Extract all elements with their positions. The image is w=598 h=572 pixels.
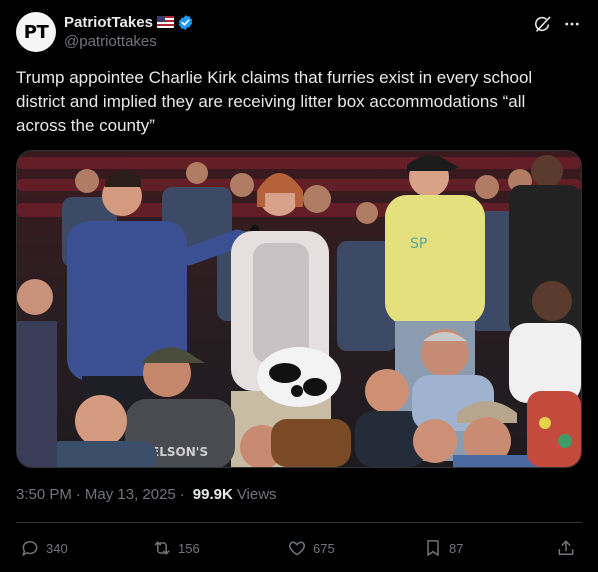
display-name[interactable]: PatriotTakes — [64, 14, 153, 31]
video-frame: SP NELSON'S — [17, 151, 581, 467]
avatar-initials: PT — [23, 21, 49, 43]
tweet-card: PT PatriotTakes @patriottakes Trump appo… — [0, 0, 598, 572]
heart-icon — [289, 541, 305, 556]
like-count: 675 — [313, 540, 335, 556]
meta-separator: · — [179, 486, 185, 503]
repost-count: 156 — [178, 540, 200, 556]
like-button[interactable]: 675 — [287, 528, 335, 568]
share-button[interactable] — [556, 528, 576, 568]
reply-count: 340 — [46, 540, 68, 556]
reply-icon — [22, 541, 38, 557]
action-bar: 340 156 675 87 — [16, 528, 582, 568]
avatar[interactable]: PT — [16, 12, 56, 52]
bookmark-icon — [427, 540, 439, 556]
author-names: PatriotTakes @patriottakes — [64, 12, 194, 52]
video-player[interactable]: SP NELSON'S — [16, 150, 582, 468]
views-label: Views — [236, 486, 277, 503]
tweet-header: PT PatriotTakes @patriottakes — [16, 12, 582, 52]
repost-button[interactable]: 156 — [152, 528, 200, 568]
meta-separator: · — [75, 486, 81, 503]
views-count[interactable]: 99.9K — [193, 486, 233, 503]
more-icon[interactable] — [562, 14, 582, 34]
tweet-time[interactable]: 3:50 PM — [16, 486, 72, 503]
handle[interactable]: @patriottakes — [64, 32, 194, 52]
share-icon — [558, 540, 574, 555]
tweet-date[interactable]: May 13, 2025 — [85, 486, 176, 503]
grok-icon[interactable] — [532, 14, 552, 34]
divider — [16, 522, 582, 523]
repost-icon — [154, 541, 170, 555]
header-actions — [532, 14, 582, 34]
us-flag-icon — [156, 16, 174, 28]
bookmark-count: 87 — [449, 540, 464, 556]
tweet-meta: 3:50 PM · May 13, 2025 · 99.9K Views — [16, 486, 277, 503]
tweet-text: Trump appointee Charlie Kirk claims that… — [16, 68, 533, 135]
verified-badge-icon[interactable] — [177, 14, 194, 31]
svg-text:SP: SP — [410, 236, 427, 252]
bookmark-button[interactable]: 87 — [423, 528, 463, 568]
reply-button[interactable]: 340 — [20, 528, 68, 568]
